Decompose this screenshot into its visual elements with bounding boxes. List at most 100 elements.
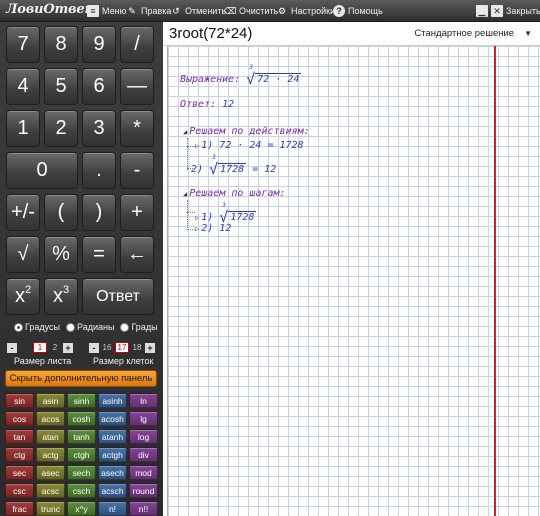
function-key[interactable]: tanh [67,429,96,444]
notebook-paper [167,46,540,516]
key-close-paren[interactable]: ) [82,194,116,231]
key-dot[interactable]: . [82,152,116,189]
function-key[interactable]: atanh [98,429,127,444]
function-key[interactable]: acosh [98,411,127,426]
function-key[interactable]: n!! [129,501,158,516]
key-5[interactable]: 5 [44,68,78,105]
key-sqrt[interactable]: √ [6,236,40,273]
cell-size-next: 18 [132,343,142,352]
function-key[interactable]: log [129,429,158,444]
function-key[interactable]: asec [36,465,65,480]
angle-mode-grads[interactable]: Грады [120,322,158,332]
key-square[interactable]: x2 [6,278,40,315]
margin-line [494,46,496,516]
minimize-button[interactable]: ▁ [476,3,488,19]
function-key[interactable]: sinh [67,393,96,408]
key-dash[interactable]: — [120,68,154,105]
sheet-size-increase[interactable]: + [63,342,73,353]
function-key[interactable]: x^y [67,501,96,516]
function-key[interactable]: actgh [98,447,127,462]
solution-mode-select[interactable]: Стандартное решение ▼ [414,28,532,39]
function-key[interactable]: acsc [36,483,65,498]
function-key[interactable]: trunc [36,501,65,516]
function-key[interactable]: ctg [5,447,34,462]
expression-input[interactable]: 3root(72*24) [169,25,252,42]
function-key[interactable]: atan [36,429,65,444]
answer-value: 12 [222,99,235,110]
key-3[interactable]: 3 [82,110,116,147]
function-key[interactable]: ln [129,393,158,408]
cell-size-decrease[interactable]: - [89,342,99,353]
function-key[interactable]: n! [98,501,127,516]
angle-mode-radians[interactable]: Радианы [66,322,114,332]
solution-mode-value: Стандартное решение [414,28,515,39]
by-actions-header[interactable]: ◢ Решаем по действиям: [183,126,310,137]
function-key[interactable]: csc [5,483,34,498]
help-button-label: Помощь [348,6,383,16]
key-divide[interactable]: / [120,26,154,63]
key-minus[interactable]: - [120,152,154,189]
radio-selected-icon [14,322,23,332]
function-key[interactable]: acos [36,411,65,426]
minimize-icon: ▁ [476,5,488,17]
help-button[interactable]: ? Помощь [333,3,383,19]
function-key[interactable]: tan [5,429,34,444]
key-percent[interactable]: % [44,236,78,273]
key-open-paren[interactable]: ( [44,194,78,231]
key-4[interactable]: 4 [6,68,40,105]
cell-size-increase[interactable]: + [145,342,155,353]
radicand-a: 72 [257,74,270,85]
key-9[interactable]: 9 [82,26,116,63]
step-1-num: 1) [201,212,214,223]
radio-icon [120,322,130,332]
close-icon: ✕ [491,5,503,17]
clear-button[interactable]: ⌫ Очистить [224,3,279,19]
cell-size-label: Размер клеток [93,356,154,366]
key-cube[interactable]: x3 [44,278,78,315]
function-key[interactable]: acsch [98,483,127,498]
function-key[interactable]: cos [5,411,34,426]
key-2[interactable]: 2 [44,110,78,147]
function-key[interactable]: ctgh [67,447,96,462]
function-key[interactable]: lg [129,411,158,426]
hide-panel-button[interactable]: Скрыть дополнительную панель [5,370,157,387]
key-equals[interactable]: = [82,236,116,273]
angle-mode-radians-label: Радианы [77,322,115,332]
key-8[interactable]: 8 [44,26,78,63]
settings-button[interactable]: ⚙ Настройки [276,3,335,19]
function-key[interactable]: asinh [98,393,127,408]
function-key[interactable]: round [129,483,158,498]
key-7[interactable]: 7 [6,26,40,63]
key-plus[interactable]: + [120,194,154,231]
function-key[interactable]: asin [36,393,65,408]
function-key[interactable]: csch [67,483,96,498]
function-key[interactable]: actg [36,447,65,462]
radical-icon: √ [209,160,219,178]
function-key[interactable]: div [129,447,158,462]
close-button[interactable]: ✕ Закрыть [491,3,540,19]
function-key[interactable]: asech [98,465,127,480]
edit-button[interactable]: ✎ Правка [126,3,171,19]
key-6[interactable]: 6 [82,68,116,105]
function-key[interactable]: frac [5,501,34,516]
answer-line: Ответ: 12 [180,99,234,110]
function-key[interactable]: sin [5,393,34,408]
action-step-1: ▷ 1) 72 · 24 = 1728 [195,140,304,151]
menu-button[interactable]: ≡ Меню [87,3,126,19]
undo-button[interactable]: ↺ Отменить [170,3,226,19]
menu-icon: ≡ [87,5,99,17]
key-plus-minus[interactable]: +/- [6,194,40,231]
function-key[interactable]: cosh [67,411,96,426]
expand-triangle-icon: ▷ [195,225,200,233]
by-steps-header[interactable]: ◢ Решаем по шагам: [183,188,286,199]
function-key[interactable]: sec [5,465,34,480]
function-key[interactable]: sech [67,465,96,480]
key-0[interactable]: 0 [6,152,78,189]
key-1[interactable]: 1 [6,110,40,147]
function-key[interactable]: mod [129,465,158,480]
key-multiply[interactable]: * [120,110,154,147]
sheet-size-decrease[interactable]: - [7,342,17,353]
angle-mode-degrees[interactable]: Градусы [14,322,60,332]
key-backspace[interactable]: ← [120,236,154,273]
answer-button[interactable]: Ответ [82,278,154,315]
